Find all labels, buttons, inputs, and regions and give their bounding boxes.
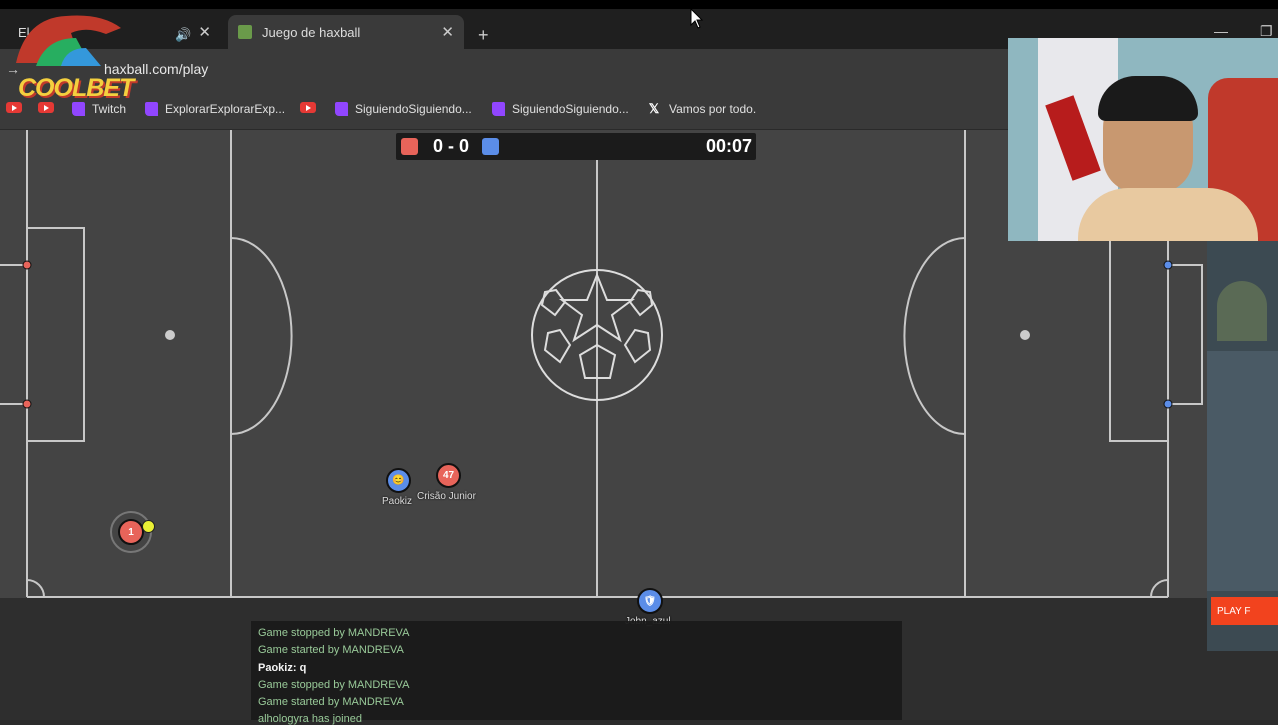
game-ad-panel: PLAY F	[1207, 241, 1278, 651]
youtube-icon	[6, 102, 22, 113]
tab-label: Juego de haxball	[262, 24, 361, 40]
new-tab-icon[interactable]: +	[478, 25, 489, 46]
webcam-overlay	[1008, 38, 1278, 241]
bookmark-siguiendo-2[interactable]: SiguiendoSiguiendo...	[492, 102, 629, 116]
bookmark-explorar[interactable]: ExplorarExplorarExp...	[145, 102, 285, 116]
bookmark-twitch[interactable]: Twitch	[72, 102, 126, 116]
tab-haxball[interactable]: Juego de haxball ✕	[228, 15, 464, 49]
bookmark-label: SiguiendoSiguiendo...	[355, 102, 472, 116]
close-tab-icon[interactable]: ✕	[441, 23, 454, 41]
match-timer: 00:07	[705, 136, 752, 156]
red-team-icon	[401, 138, 418, 155]
youtube-icon	[300, 102, 316, 113]
bookmark-x[interactable]: 𝕏 Vamos por todo.	[647, 101, 757, 116]
bookmark-youtube-1[interactable]	[6, 102, 22, 113]
streamer-shirt	[1078, 188, 1258, 241]
right-penalty-spot	[1020, 330, 1030, 340]
mouse-cursor-icon	[690, 8, 704, 29]
twitch-icon	[72, 102, 85, 116]
haxball-favicon-icon	[238, 25, 252, 39]
left-post-bottom	[22, 399, 32, 409]
score-text: 0 - 0	[432, 136, 470, 156]
bookmark-label: Vamos por todo.	[669, 102, 757, 116]
chat-line: Game started by MANDREVA	[258, 644, 404, 656]
left-penalty-spot	[165, 330, 175, 340]
streamer-hair	[1098, 76, 1198, 121]
player-name: Paokiz	[382, 496, 413, 507]
twitch-icon	[335, 102, 348, 116]
speaker-icon[interactable]: 🔊	[175, 27, 191, 43]
bookmark-youtube-2[interactable]	[38, 102, 54, 113]
player-disc: 47	[436, 463, 461, 488]
minimize-icon[interactable]: —	[1214, 23, 1228, 39]
player-disc: 😊	[386, 468, 411, 493]
player-name: Crisão Junior	[417, 491, 476, 502]
chat-line: Paokiz: q	[258, 662, 307, 674]
scoreboard: 0 - 0 00:07	[396, 133, 756, 160]
right-post-bottom	[1163, 399, 1173, 409]
ball	[142, 520, 155, 533]
chat-line: Game stopped by MANDREVA	[258, 679, 410, 691]
bookmark-siguiendo-1[interactable]: SiguiendoSiguiendo...	[335, 102, 472, 116]
ad-play-button[interactable]: PLAY F	[1211, 597, 1278, 625]
chat-panel: Game stopped by MANDREVA Game started by…	[251, 621, 902, 725]
player-disc: 1	[118, 519, 144, 545]
bookmark-label: SiguiendoSiguiendo...	[512, 102, 629, 116]
coolbet-logo: COOLBET	[6, 8, 136, 102]
x-icon: 𝕏	[648, 101, 660, 116]
close-tab-icon[interactable]: ✕	[198, 23, 211, 41]
left-post-top	[22, 260, 32, 270]
ad-artwork	[1207, 351, 1278, 591]
chat-line: Game started by MANDREVA	[258, 696, 404, 708]
twitch-icon	[492, 102, 505, 116]
right-post-top	[1163, 260, 1173, 270]
twitch-icon	[145, 102, 158, 116]
bookmark-label: ExplorarExplorarExp...	[165, 102, 286, 116]
blue-team-icon	[482, 138, 499, 155]
logo-text: COOLBET	[18, 74, 134, 102]
bookmark-youtube-3[interactable]	[300, 102, 316, 113]
bookmark-label: Twitch	[92, 102, 127, 116]
youtube-icon	[38, 102, 54, 113]
screen-top-edge	[0, 0, 1278, 9]
player-disc: 🛡	[637, 588, 663, 614]
soldier-helmet	[1217, 281, 1267, 341]
chat-line: Game stopped by MANDREVA	[258, 627, 410, 639]
chat-line: alhologyra has joined	[258, 713, 362, 725]
dinosaur-logo-icon	[16, 15, 121, 66]
